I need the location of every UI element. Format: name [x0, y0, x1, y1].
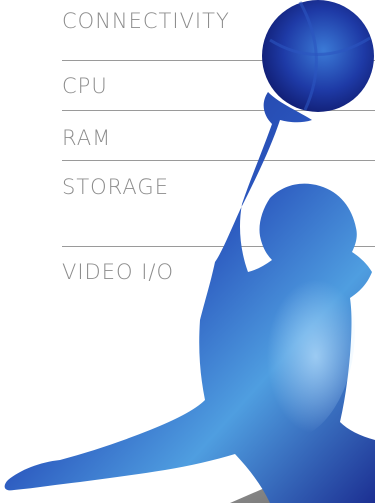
spec-panel: CONNECTIVITY CPU RAM STORAGE VIDEO I/O: [0, 0, 375, 503]
athlete-silhouette-icon: [4, 0, 375, 503]
basketball-icon: [262, 0, 374, 112]
